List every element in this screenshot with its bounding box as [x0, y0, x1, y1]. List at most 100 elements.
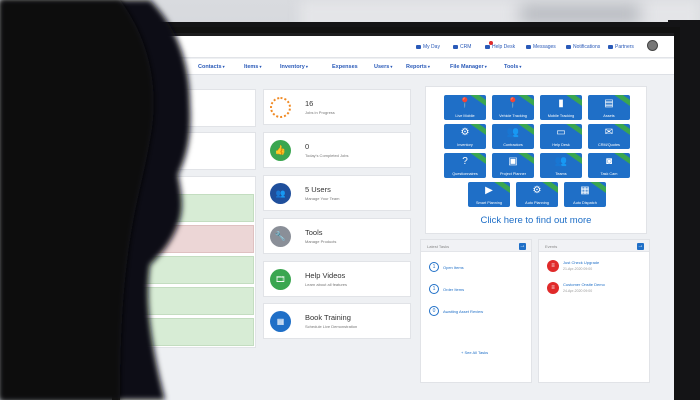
stat-card-book-training[interactable]: ▦ Book Training Schedule Live Demonstrat… — [263, 303, 411, 339]
stat-card-jobs-in-progress[interactable]: 16 Jobs in Progress — [263, 89, 411, 125]
task-count: 1 — [429, 262, 439, 272]
tile-inventory[interactable]: ⚙ Inventory — [444, 124, 486, 149]
panel-header: Events → — [539, 240, 649, 252]
mobile-icon: ▮ — [558, 98, 564, 109]
desk-icon: ▭ — [556, 127, 566, 138]
stat-subtitle: Manage Your Team — [305, 196, 340, 201]
nav-expenses[interactable]: Expenses — [332, 64, 358, 70]
wrench-icon: 🔧 — [270, 226, 291, 247]
tile-vehicle-tracking[interactable]: 📍 Vehicle Tracking — [492, 95, 534, 120]
users-icon: 👥 — [270, 183, 291, 204]
stat-subtitle: Schedule Live Demonstration — [305, 324, 358, 329]
tile-assets[interactable]: ▤ Assets — [588, 95, 630, 120]
clipboard-icon: ▣ — [508, 156, 518, 167]
nav-contacts[interactable]: Contacts — [198, 64, 225, 70]
find-out-more-link[interactable]: Click here to find out more — [426, 215, 646, 226]
camera-icon: ◙ — [605, 156, 613, 167]
tasks-panel: Latest Tasks → 1 Open Items 1 Order Items… — [420, 239, 532, 383]
stat-title: Help Videos — [305, 271, 346, 280]
map-pin-icon: 📍 — [458, 98, 472, 109]
tile-crm-quotes[interactable]: ✉ CRM/Quotes — [588, 124, 630, 149]
task-count: 1 — [429, 284, 439, 294]
background-blur — [520, 4, 640, 24]
stat-title: 16 — [305, 99, 314, 108]
topbar-item-notifications[interactable]: Notifications — [566, 44, 600, 50]
nav-inventory[interactable]: Inventory — [280, 64, 308, 70]
bell-icon — [566, 44, 571, 49]
tile-questionnaires[interactable]: ? Questionnaires — [444, 153, 486, 178]
list-row[interactable] — [120, 287, 254, 315]
left-card — [120, 89, 256, 127]
nav-reports[interactable]: Reports — [406, 64, 430, 70]
stat-card-users[interactable]: 👥 5 Users Manage Your Team — [263, 175, 411, 211]
stat-title: Tools — [305, 228, 323, 237]
calendar-icon: ▦ — [580, 185, 590, 196]
tile-teams[interactable]: 👥 Teams — [540, 153, 582, 178]
tile-auto-planning[interactable]: ⚙ Auto Planning — [516, 182, 558, 207]
list-row[interactable] — [120, 256, 254, 284]
stat-card-tools[interactable]: 🔧 Tools Manage Products — [263, 218, 411, 254]
question-icon: ? — [462, 156, 468, 167]
left-card — [120, 132, 256, 170]
event-date: 24-Apr-2020 09:00 — [563, 289, 593, 293]
task-count: 0 — [429, 306, 439, 316]
monitor-screen: My Day CRM Help Desk Messages Notificati… — [118, 33, 674, 400]
task-link[interactable]: Order Items — [443, 287, 464, 292]
tile-help-desk[interactable]: ▭ Help Desk — [540, 124, 582, 149]
calendar-icon: ▦ — [270, 311, 291, 332]
list-row[interactable] — [120, 194, 254, 222]
topbar-item-crm[interactable]: CRM — [453, 44, 471, 50]
rocket-icon — [485, 44, 490, 49]
stat-card-completed-jobs[interactable]: 👍 0 Today's Completed Jobs — [263, 132, 411, 168]
tile-contractors[interactable]: 👥 Contractors — [492, 124, 534, 149]
users-icon: 👥 — [554, 156, 568, 167]
event-icon: ≡ — [547, 282, 559, 294]
tile-auto-dispatch[interactable]: ▦ Auto Dispatch — [564, 182, 606, 207]
tile-mobile-tracking[interactable]: ▮ Mobile Tracking — [540, 95, 582, 120]
map-pin-icon: 📍 — [506, 98, 520, 109]
stat-card-help-videos[interactable]: 🎞 Help Videos Learn about all features — [263, 261, 411, 297]
event-date: 21-Apr-2020 09:00 — [563, 267, 593, 271]
nav-users[interactable]: Users — [374, 64, 392, 70]
event-link[interactable]: Just Check Upgrade — [563, 260, 599, 265]
event-link[interactable]: Customer Onsite Demo — [563, 282, 605, 287]
list-row[interactable] — [120, 225, 254, 253]
avatar[interactable] — [647, 40, 658, 51]
stat-title: Book Training — [305, 313, 351, 322]
people-icon — [608, 44, 613, 49]
tile-task-cam[interactable]: ◙ Task Cam — [588, 153, 630, 178]
calendar-icon — [416, 44, 421, 49]
play-icon: ▶ — [485, 185, 493, 196]
list-row[interactable] — [120, 318, 254, 346]
stat-subtitle: Manage Products — [305, 239, 337, 244]
mail-icon — [526, 44, 531, 49]
top-bar: My Day CRM Help Desk Messages Notificati… — [120, 36, 674, 58]
spinner-icon — [270, 97, 291, 118]
nav-file-manager[interactable]: File Manager — [450, 64, 487, 70]
nav-items[interactable]: Items — [244, 64, 262, 70]
stat-subtitle: Today's Completed Jobs — [305, 153, 349, 158]
event-icon: ≡ — [547, 260, 559, 272]
cubes-icon: ⚙ — [460, 127, 470, 138]
stat-subtitle: Jobs in Progress — [305, 110, 335, 115]
tile-smart-planning[interactable]: ▶ Smart Planning — [468, 182, 510, 207]
stat-title: 5 Users — [305, 185, 331, 194]
add-task-button[interactable]: → — [519, 243, 526, 250]
panel-header: Latest Tasks → — [421, 240, 531, 252]
thumbs-up-icon: 👍 — [270, 140, 291, 161]
topbar-item-my-day[interactable]: My Day — [416, 44, 440, 50]
topbar-item-messages[interactable]: Messages — [526, 44, 556, 50]
notification-badge — [489, 41, 493, 45]
add-event-button[interactable]: → — [637, 243, 644, 250]
task-link[interactable]: Awaiting Asset Review — [443, 309, 483, 314]
task-link[interactable]: Open Items — [443, 265, 464, 270]
topbar-item-partners[interactable]: Partners — [608, 44, 634, 50]
tile-live-mobile[interactable]: 📍 Live Mobile — [444, 95, 486, 120]
see-all-tasks-link[interactable]: + See All Tasks — [461, 350, 488, 355]
film-icon: 🎞 — [270, 269, 291, 290]
main-nav: Contacts Items Inventory Expenses Users … — [120, 59, 674, 75]
chat-icon: ✉ — [604, 127, 614, 138]
tile-project-planner[interactable]: ▣ Project Planner — [492, 153, 534, 178]
users-icon: 👥 — [506, 127, 520, 138]
nav-tools[interactable]: Tools — [504, 64, 521, 70]
